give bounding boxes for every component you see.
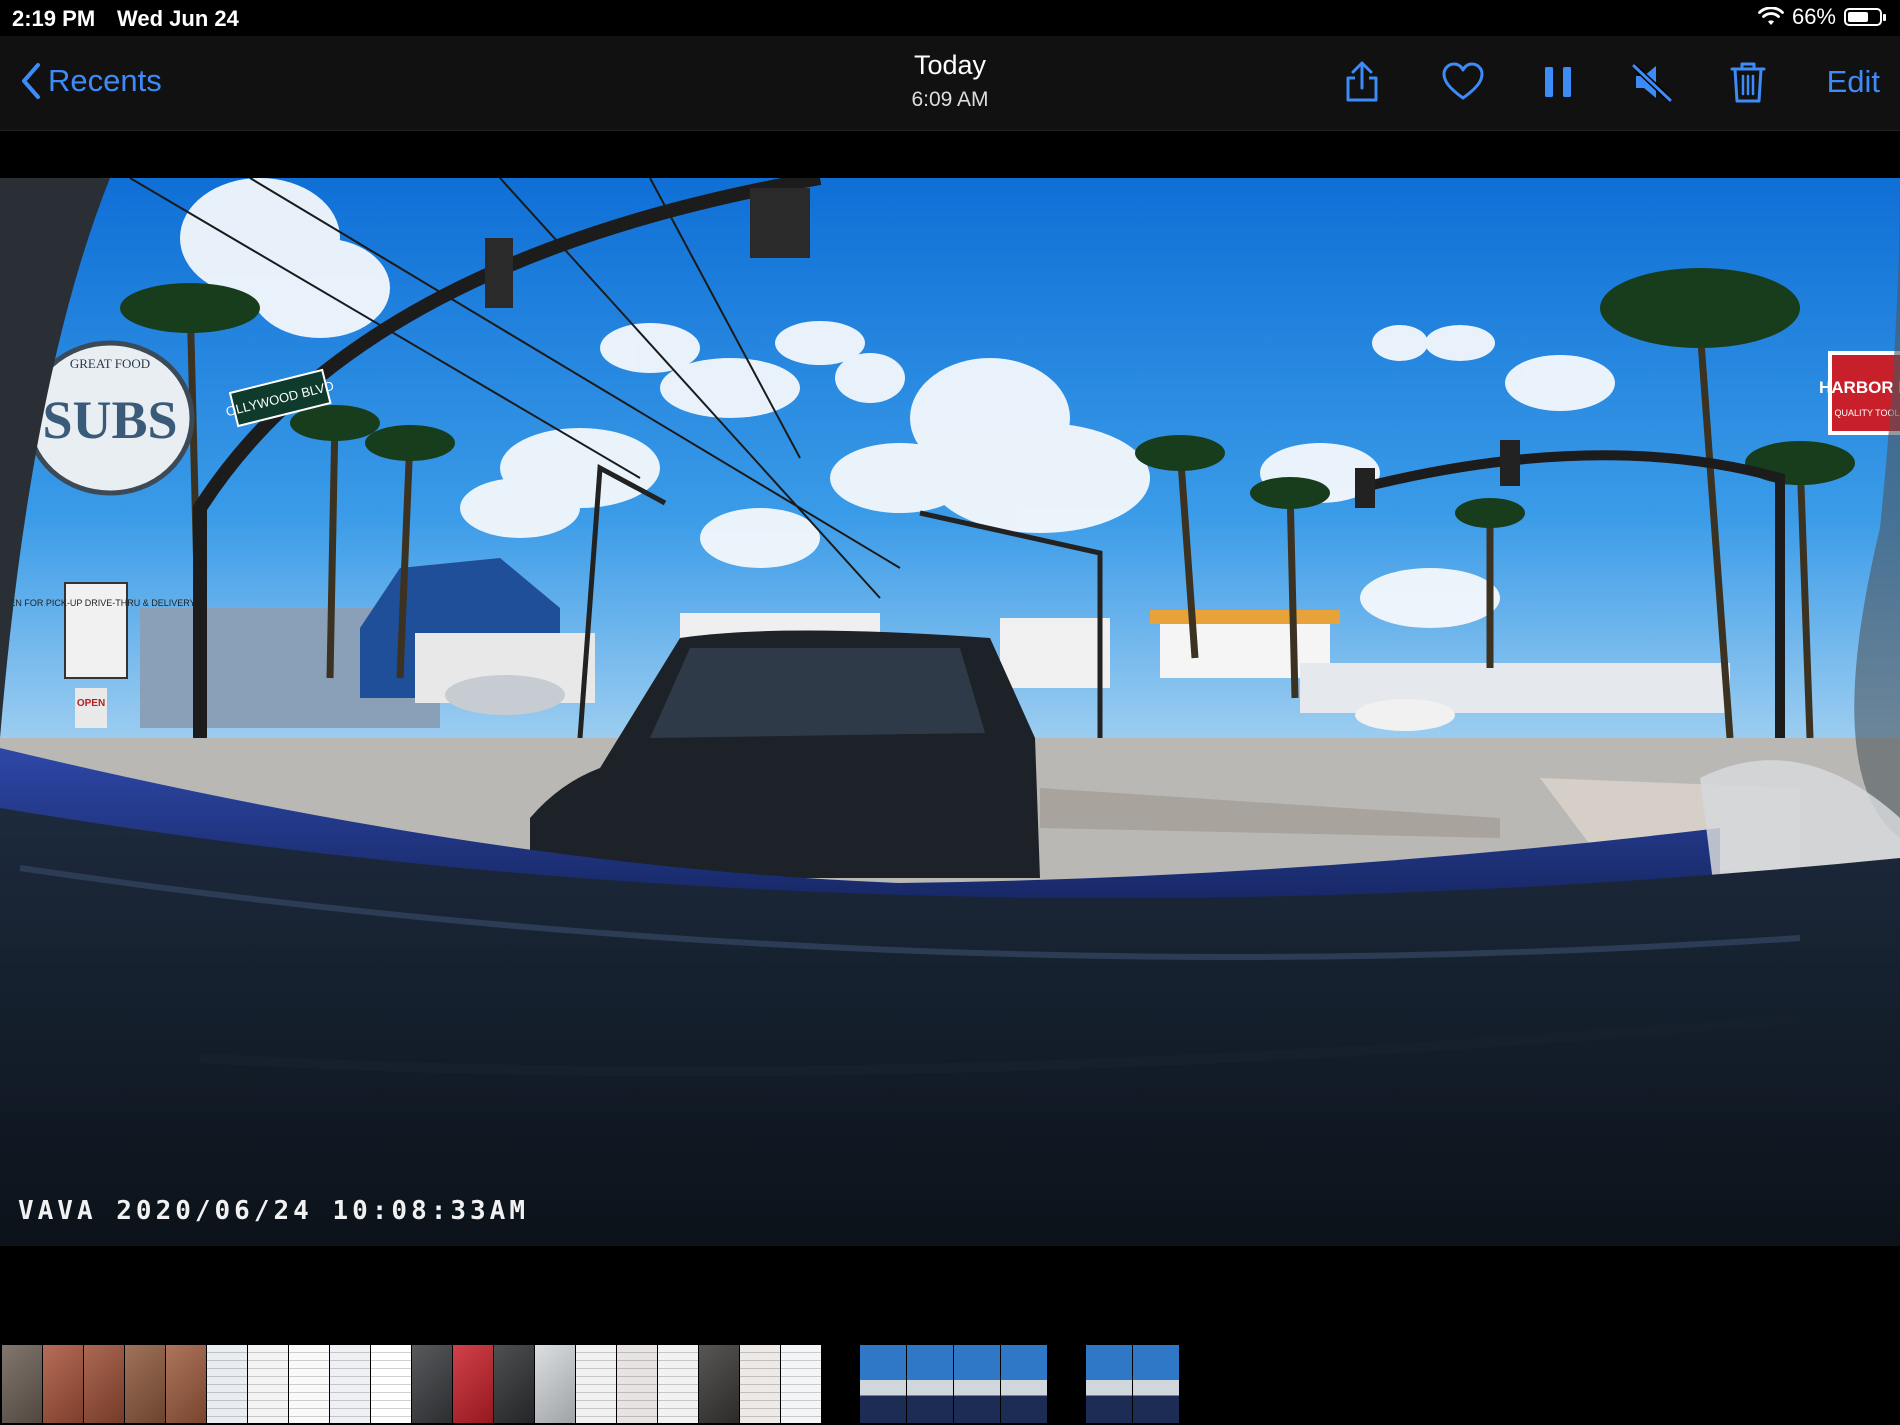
filmstrip-thumbnail[interactable]: [43, 1345, 83, 1423]
page-subtitle: 6:09 AM: [911, 88, 989, 111]
filmstrip-thumbnail[interactable]: [248, 1345, 288, 1423]
traffic-light: [1500, 440, 1520, 486]
status-time: 2:19 PM: [12, 6, 96, 31]
filmstrip-thumbnail[interactable]: [699, 1345, 739, 1423]
dashcam-timestamp: VAVA 2020/06/24 10:08:33AM: [18, 1196, 529, 1226]
filmstrip-thumbnail[interactable]: [166, 1345, 206, 1423]
traffic-light: [750, 188, 810, 258]
video-frame[interactable]: OLLYWOOD BLVD GREAT FOOD SUBS OPEN FOR P…: [0, 178, 1900, 1246]
gas-station: [1000, 618, 1110, 688]
filmstrip-thumbnail[interactable]: [535, 1345, 575, 1423]
white-car: [1355, 699, 1455, 731]
filmstrip-thumbnail[interactable]: [1133, 1345, 1179, 1423]
filmstrip-thumbnail[interactable]: [1001, 1345, 1047, 1423]
svg-text:HARBOR FR: HARBOR FR: [1819, 378, 1900, 397]
traffic-light: [485, 238, 513, 308]
page-title: Today: [913, 50, 987, 80]
share-button[interactable]: [1338, 58, 1386, 106]
filmstrip-thumbnail[interactable]: [330, 1345, 370, 1423]
dashcam-scene: OLLYWOOD BLVD GREAT FOOD SUBS OPEN FOR P…: [0, 178, 1900, 1246]
share-icon: [1346, 61, 1378, 102]
filmstrip-thumbnail[interactable]: [954, 1345, 1000, 1423]
suv-windshield: [650, 648, 985, 738]
filmstrip-thumbnail[interactable]: [907, 1345, 953, 1423]
edit-button[interactable]: Edit: [1827, 64, 1880, 100]
filmstrip-thumbnail[interactable]: [371, 1345, 411, 1423]
filmstrip-thumbnail[interactable]: [207, 1345, 247, 1423]
svg-text:OPEN FOR PICK-UP DRIVE-THRU &: OPEN FOR PICK-UP DRIVE-THRU & DELIVERY: [0, 598, 196, 608]
filmstrip-thumbnail[interactable]: [576, 1345, 616, 1423]
trash-icon: [1730, 62, 1766, 103]
filmstrip[interactable]: [0, 1343, 1900, 1425]
svg-text:OPEN: OPEN: [77, 698, 105, 709]
filmstrip-thumbnail[interactable]: [860, 1345, 906, 1423]
filmstrip-thumbnail[interactable]: [84, 1345, 124, 1423]
status-right: 66%: [1758, 4, 1886, 30]
pause-icon: [1545, 67, 1571, 97]
heart-icon: [1442, 62, 1484, 100]
filmstrip-thumbnail[interactable]: [289, 1345, 329, 1423]
svg-text:GREAT FOOD: GREAT FOOD: [70, 356, 150, 371]
harbor-freight-sign: HARBOR FR QUALITY TOOLS: [1819, 351, 1900, 435]
delete-button[interactable]: [1724, 58, 1772, 106]
filmstrip-thumbnail[interactable]: [617, 1345, 657, 1423]
building: [1300, 663, 1730, 713]
filmstrip-thumbnail[interactable]: [658, 1345, 698, 1423]
status-bar: 2:19 PM Wed Jun 24 66%: [0, 0, 1900, 36]
favorite-button[interactable]: [1439, 58, 1487, 106]
battery-icon: [1844, 8, 1886, 26]
wifi-icon: [1758, 7, 1784, 25]
filmstrip-thumbnail[interactable]: [412, 1345, 452, 1423]
filmstrip-thumbnail[interactable]: [781, 1345, 821, 1423]
silver-car: [445, 675, 565, 715]
mute-button[interactable]: [1628, 58, 1676, 106]
photo-nav-bar: Recents Today 6:09 AM Edit: [0, 36, 1900, 131]
status-date: Wed Jun 24: [117, 6, 239, 31]
traffic-light: [1355, 468, 1375, 508]
battery-percent: 66%: [1791, 4, 1836, 29]
filmstrip-thumbnail[interactable]: [1086, 1345, 1132, 1423]
svg-text:SUBS: SUBS: [42, 390, 177, 450]
filmstrip-thumbnail[interactable]: [453, 1345, 493, 1423]
pause-button[interactable]: [1534, 58, 1582, 106]
speaker-muted-icon: [1631, 63, 1673, 103]
filmstrip-thumbnail[interactable]: [2, 1345, 42, 1423]
filmstrip-thumbnail[interactable]: [740, 1345, 780, 1423]
filmstrip-thumbnail[interactable]: [125, 1345, 165, 1423]
filmstrip-thumbnail[interactable]: [494, 1345, 534, 1423]
